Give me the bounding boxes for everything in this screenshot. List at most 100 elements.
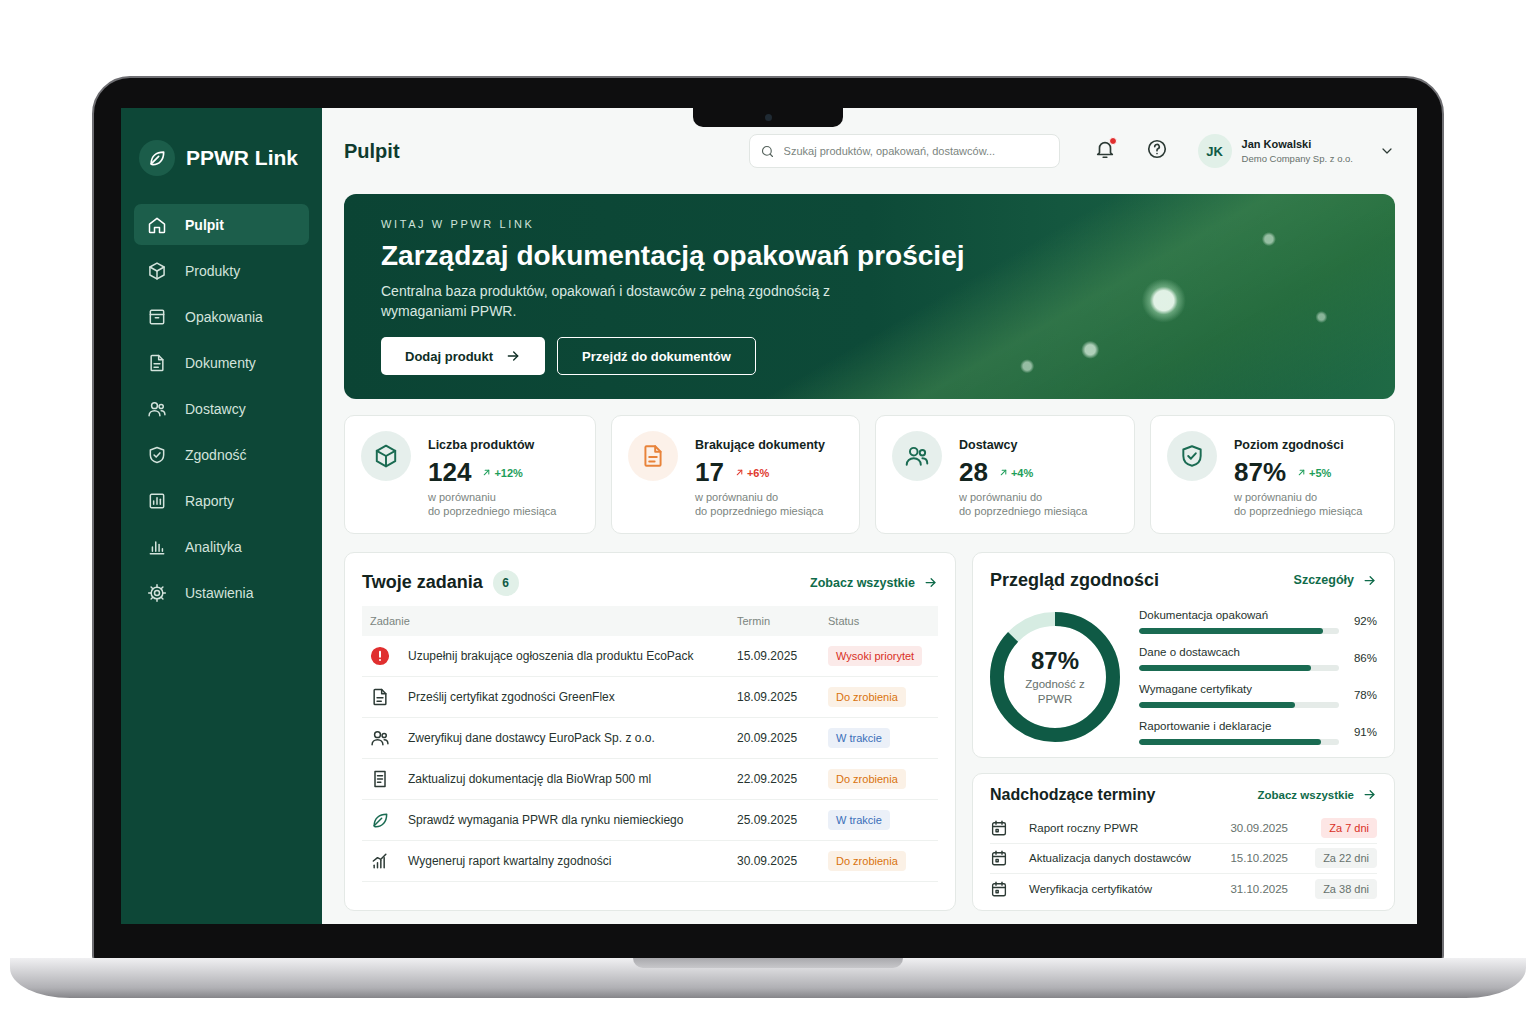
compliance-value: 78% <box>1339 689 1377 701</box>
compliance-panel: Przegląd zgodności Szczegóły 87%Zgodność z… <box>972 552 1395 758</box>
table-row[interactable]: Wygeneruj raport kwartalny zgodności30.0… <box>362 841 938 882</box>
banner-buttons: Dodaj produkt Przejdź do dokumentów <box>381 337 1358 375</box>
details-link[interactable]: Szczegóły <box>1294 573 1377 588</box>
status-cell: W trakcie <box>828 728 938 748</box>
compliance-item-left: Wymagane certyfikaty <box>1139 683 1339 708</box>
page-title: Pulpit <box>344 140 749 163</box>
cube-icon <box>147 261 167 281</box>
sidebar-item[interactable]: Raporty <box>134 480 309 521</box>
see-all-deadlines-link[interactable]: Zobacz wszystkie <box>1257 787 1377 802</box>
sidebar-item[interactable]: Dostawcy <box>134 388 309 429</box>
report-icon <box>147 491 167 511</box>
deadline-label: Weryfikacja certyfikatów <box>1029 883 1213 895</box>
progress-track <box>1139 739 1339 745</box>
deadline-row[interactable]: Aktualizacja danych dostawców15.10.2025Z… <box>990 844 1377 874</box>
sidebar-label: Analityka <box>185 539 242 555</box>
users-icon <box>147 399 167 419</box>
search-field[interactable] <box>749 134 1060 168</box>
deadline-label: Aktualizacja danych dostawców <box>1029 852 1213 864</box>
link-label: Szczegóły <box>1294 573 1354 587</box>
user-name: Jan Kowalski <box>1242 138 1353 150</box>
stat-card[interactable]: Poziom zgodności87%+5%w porównaniu dodo … <box>1150 415 1395 534</box>
table-row[interactable]: Zweryfikuj dane dostawcy EuroPack Sp. z … <box>362 718 938 759</box>
sidebar-item[interactable]: Opakowania <box>134 296 309 337</box>
button-label: Przejdź do dokumentów <box>582 349 731 364</box>
stat-note: w porównaniu dodo poprzedniego miesiąca <box>959 491 1087 519</box>
stat-body: Brakujące dokumenty17+6%w porównaniu dod… <box>695 431 825 519</box>
stat-note-line: w porównaniu <box>428 491 556 505</box>
stat-note-line: do poprzedniego miesiąca <box>428 505 556 519</box>
progress-fill <box>1139 702 1295 708</box>
table-row[interactable]: Zaktualizuj dokumentację dla BioWrap 500… <box>362 759 938 800</box>
compliance-label: Wymagane certyfikaty <box>1139 683 1339 695</box>
compliance-value: 86% <box>1339 652 1377 664</box>
document-icon <box>370 687 390 707</box>
chart-icon <box>370 851 390 871</box>
task-cell: Uzupełnij brakujące ogłoszenia dla produ… <box>362 646 737 666</box>
compliance-item-left: Dane o dostawcach <box>1139 646 1339 671</box>
banner-subtitle: Centralna baza produktów, opakowań i dos… <box>381 282 861 321</box>
sidebar-item[interactable]: Pulpit <box>134 204 309 245</box>
users-icon <box>904 443 930 469</box>
leaf-icon <box>370 810 390 830</box>
users-icon <box>370 728 390 748</box>
unread-dot <box>1109 137 1117 145</box>
sidebar-item[interactable]: Produkty <box>134 250 309 291</box>
compliance-value: 91% <box>1339 726 1377 738</box>
compliance-item: Raportowanie i deklaracje91% <box>1139 720 1377 745</box>
table-row[interactable]: Sprawdź wymagania PPWR dla rynku niemiec… <box>362 800 938 841</box>
task-name: Zweryfikuj dane dostawcy EuroPack Sp. z … <box>408 731 655 745</box>
sidebar-label: Ustawienia <box>185 585 253 601</box>
search-input[interactable] <box>782 144 1049 158</box>
ring-value: 87% <box>1031 647 1079 675</box>
task-cell: Zaktualizuj dokumentację dla BioWrap 500… <box>362 769 737 789</box>
table-row[interactable]: Uzupełnij brakujące ogłoszenia dla produ… <box>362 636 938 677</box>
stat-change: +6% <box>734 467 769 479</box>
deadlines-title: Nadchodzące terminy <box>990 786 1155 804</box>
progress-track <box>1139 665 1339 671</box>
stat-card[interactable]: Dostawcy28+4%w porównaniu dodo poprzedni… <box>875 415 1135 534</box>
compliance-label: Dokumentacja opakowań <box>1139 609 1339 621</box>
task-cell: Wygeneruj raport kwartalny zgodności <box>362 851 737 871</box>
stat-value: 17 <box>695 457 724 488</box>
file-lines-icon <box>370 769 390 789</box>
stat-label: Brakujące dokumenty <box>695 438 825 452</box>
sidebar-item[interactable]: Ustawienia <box>134 572 309 613</box>
see-all-tasks-link[interactable]: Zobacz wszystkie <box>810 575 938 590</box>
help-button[interactable] <box>1146 138 1168 164</box>
chevron-down-icon[interactable] <box>1379 143 1395 159</box>
deadline-row[interactable]: Weryfikacja certyfikatów31.10.2025Za 38 … <box>990 874 1377 904</box>
stat-note-line: w porównaniu do <box>1234 491 1362 505</box>
arrow-right-icon <box>505 348 521 364</box>
stat-value-row: 28+4% <box>959 457 1087 488</box>
user-avatar: JK <box>1198 134 1232 168</box>
sidebar-item[interactable]: Dokumenty <box>134 342 309 383</box>
laptop-mockup: PPWR Link Pulpit Produkty Opakowania Dokumen… <box>0 0 1536 998</box>
add-product-button[interactable]: Dodaj produkt <box>381 337 545 375</box>
compliance-title: Przegląd zgodności <box>990 570 1159 591</box>
stat-change-value: +5% <box>1309 467 1331 479</box>
stat-icon-circle <box>892 431 942 481</box>
arrow-right-icon <box>923 575 938 590</box>
documents-button[interactable]: Przejdź do dokumentów <box>557 337 756 375</box>
sidebar-item[interactable]: Analityka <box>134 526 309 567</box>
sidebar-item[interactable]: Zgodność <box>134 434 309 475</box>
deadline-row[interactable]: Raport roczny PPWR30.09.2025Za 7 dni <box>990 814 1377 844</box>
stat-card[interactable]: Brakujące dokumenty17+6%w porównaniu dod… <box>611 415 860 534</box>
stat-body: Liczba produktów124+12%w porównaniudo po… <box>428 431 556 519</box>
compliance-value: 92% <box>1339 615 1377 627</box>
compliance-header: Przegląd zgodności Szczegóły <box>990 570 1377 591</box>
base-notch <box>633 958 903 968</box>
app-logo[interactable]: PPWR Link <box>121 140 322 176</box>
notifications-button[interactable] <box>1094 138 1116 164</box>
progress-fill <box>1139 628 1323 634</box>
ring-label: Zgodność z PPWR <box>1024 677 1086 707</box>
bar-chart-icon <box>147 537 167 557</box>
user-menu[interactable]: JKJan KowalskiDemo Company Sp. z o.o. <box>1198 134 1395 168</box>
calendar-icon <box>990 849 1008 867</box>
home-icon <box>147 215 167 235</box>
link-label: Zobacz wszystkie <box>810 576 915 590</box>
stat-card[interactable]: Liczba produktów124+12%w porównaniudo po… <box>344 415 596 534</box>
table-row[interactable]: Prześlij certyfikat zgodności GreenFlex1… <box>362 677 938 718</box>
compliance-body: 87%Zgodność z PPWRDokumentacja opakowań9… <box>990 609 1377 745</box>
